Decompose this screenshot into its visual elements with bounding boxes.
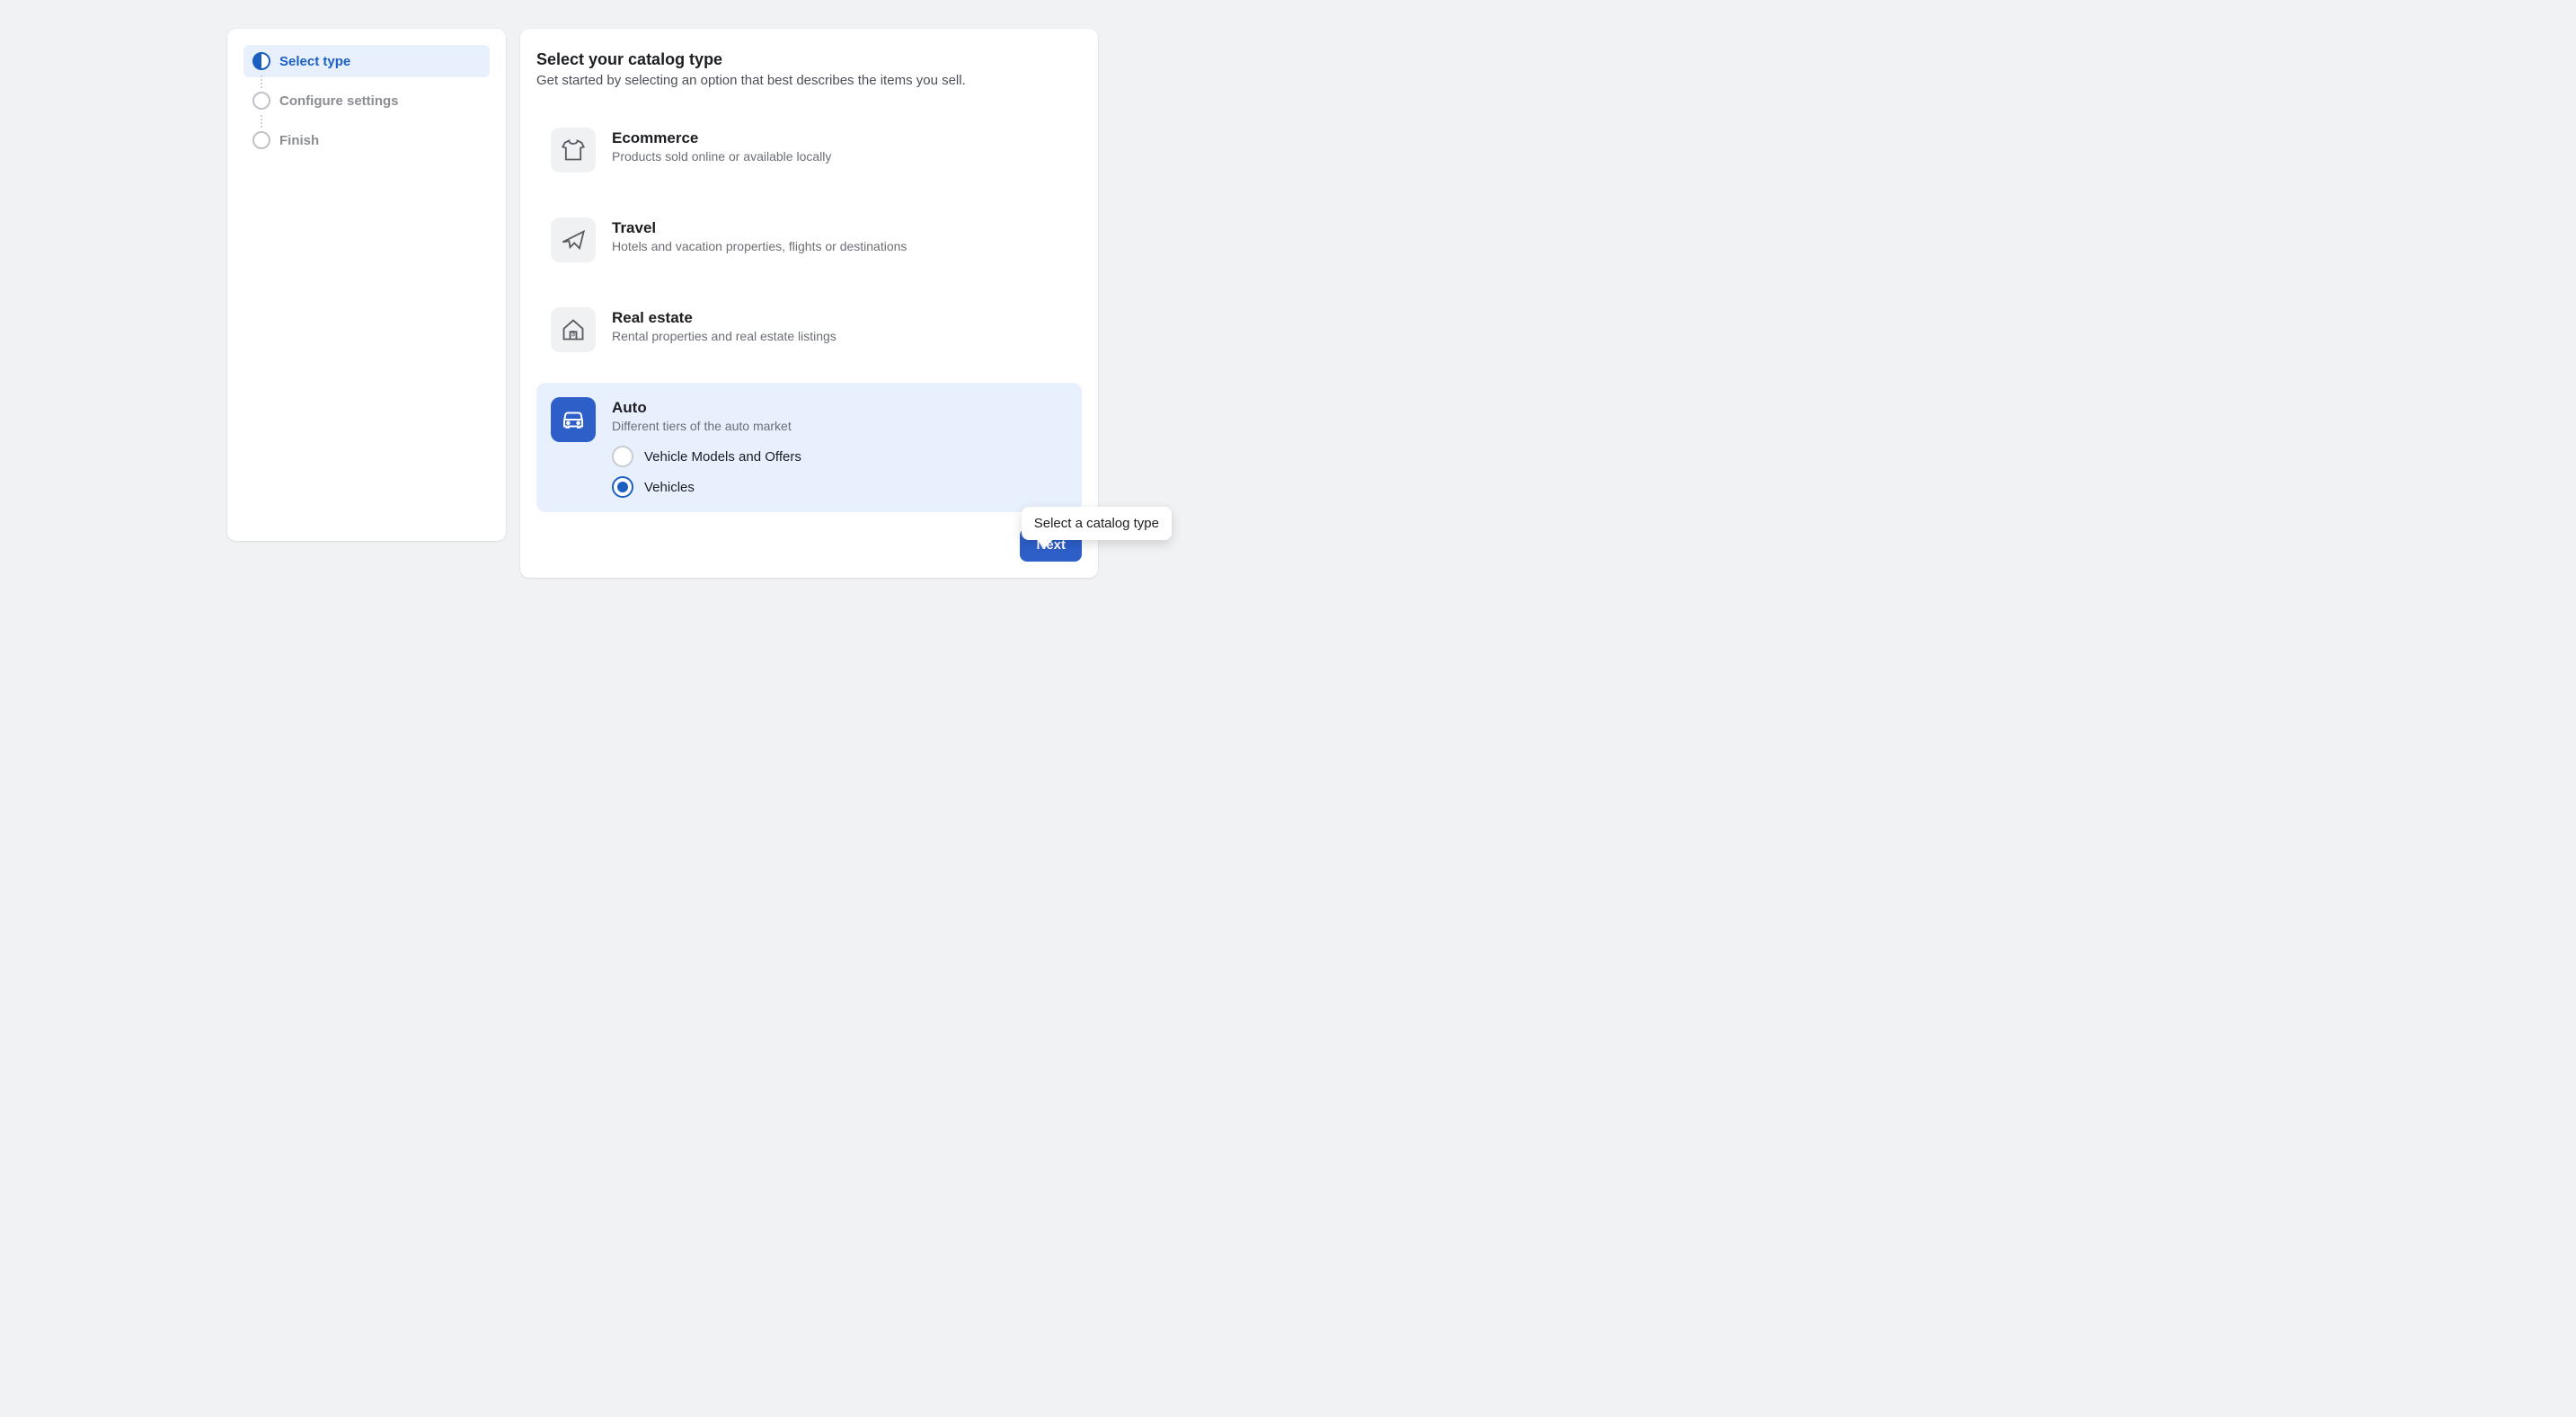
option-description: Products sold online or available locall… [612,149,831,164]
option-real-estate[interactable]: $ Real estate Rental properties and real… [536,293,1082,367]
radio-vehicle-models-offers[interactable]: Vehicle Models and Offers [612,446,1067,467]
page-title: Select your catalog type [536,50,1082,69]
option-travel[interactable]: Travel Hotels and vacation properties, f… [536,203,1082,277]
main-card: Select your catalog type Get started by … [520,29,1098,578]
car-icon [551,397,596,442]
option-title: Auto [612,399,1067,417]
step-label: Configure settings [279,93,399,109]
radio-label: Vehicle Models and Offers [644,449,801,465]
radio-icon [612,476,633,498]
step-configure-settings[interactable]: Configure settings [243,84,490,117]
catalog-type-list: Ecommerce Products sold online or availa… [536,113,1082,512]
step-indicator-icon [252,92,270,110]
option-description: Hotels and vacation properties, flights … [612,239,907,253]
option-description: Rental properties and real estate listin… [612,329,837,343]
step-indicator-icon [252,52,270,70]
house-icon: $ [551,307,596,352]
radio-vehicles[interactable]: Vehicles [612,476,1067,498]
option-text: Travel Hotels and vacation properties, f… [612,217,907,253]
step-indicator-icon [252,131,270,149]
option-description: Different tiers of the auto market [612,419,1067,433]
svg-text:$: $ [571,330,576,338]
radio-label: Vehicles [644,480,695,495]
option-title: Real estate [612,309,837,327]
page-root: Select type Configure settings Finish Se… [227,0,2576,578]
step-select-type[interactable]: Select type [243,45,490,77]
option-text: Auto Different tiers of the auto market … [612,397,1067,498]
footer: Next [536,528,1082,562]
step-label: Finish [279,133,319,148]
option-title: Ecommerce [612,129,831,147]
tooltip-select-catalog-type: Select a catalog type [1022,507,1172,540]
option-ecommerce[interactable]: Ecommerce Products sold online or availa… [536,113,1082,187]
step-finish[interactable]: Finish [243,124,490,156]
step-label: Select type [279,54,350,69]
option-text: Ecommerce Products sold online or availa… [612,128,831,164]
radio-icon [612,446,633,467]
steps-card: Select type Configure settings Finish [227,29,506,541]
page-subtitle: Get started by selecting an option that … [536,73,1082,88]
tshirt-icon [551,128,596,173]
airplane-icon [551,217,596,262]
radio-dot-icon [617,482,628,492]
option-title: Travel [612,219,907,237]
auto-sub-options: Vehicle Models and Offers Vehicles [612,446,1067,498]
option-text: Real estate Rental properties and real e… [612,307,837,343]
option-auto[interactable]: Auto Different tiers of the auto market … [536,383,1082,512]
